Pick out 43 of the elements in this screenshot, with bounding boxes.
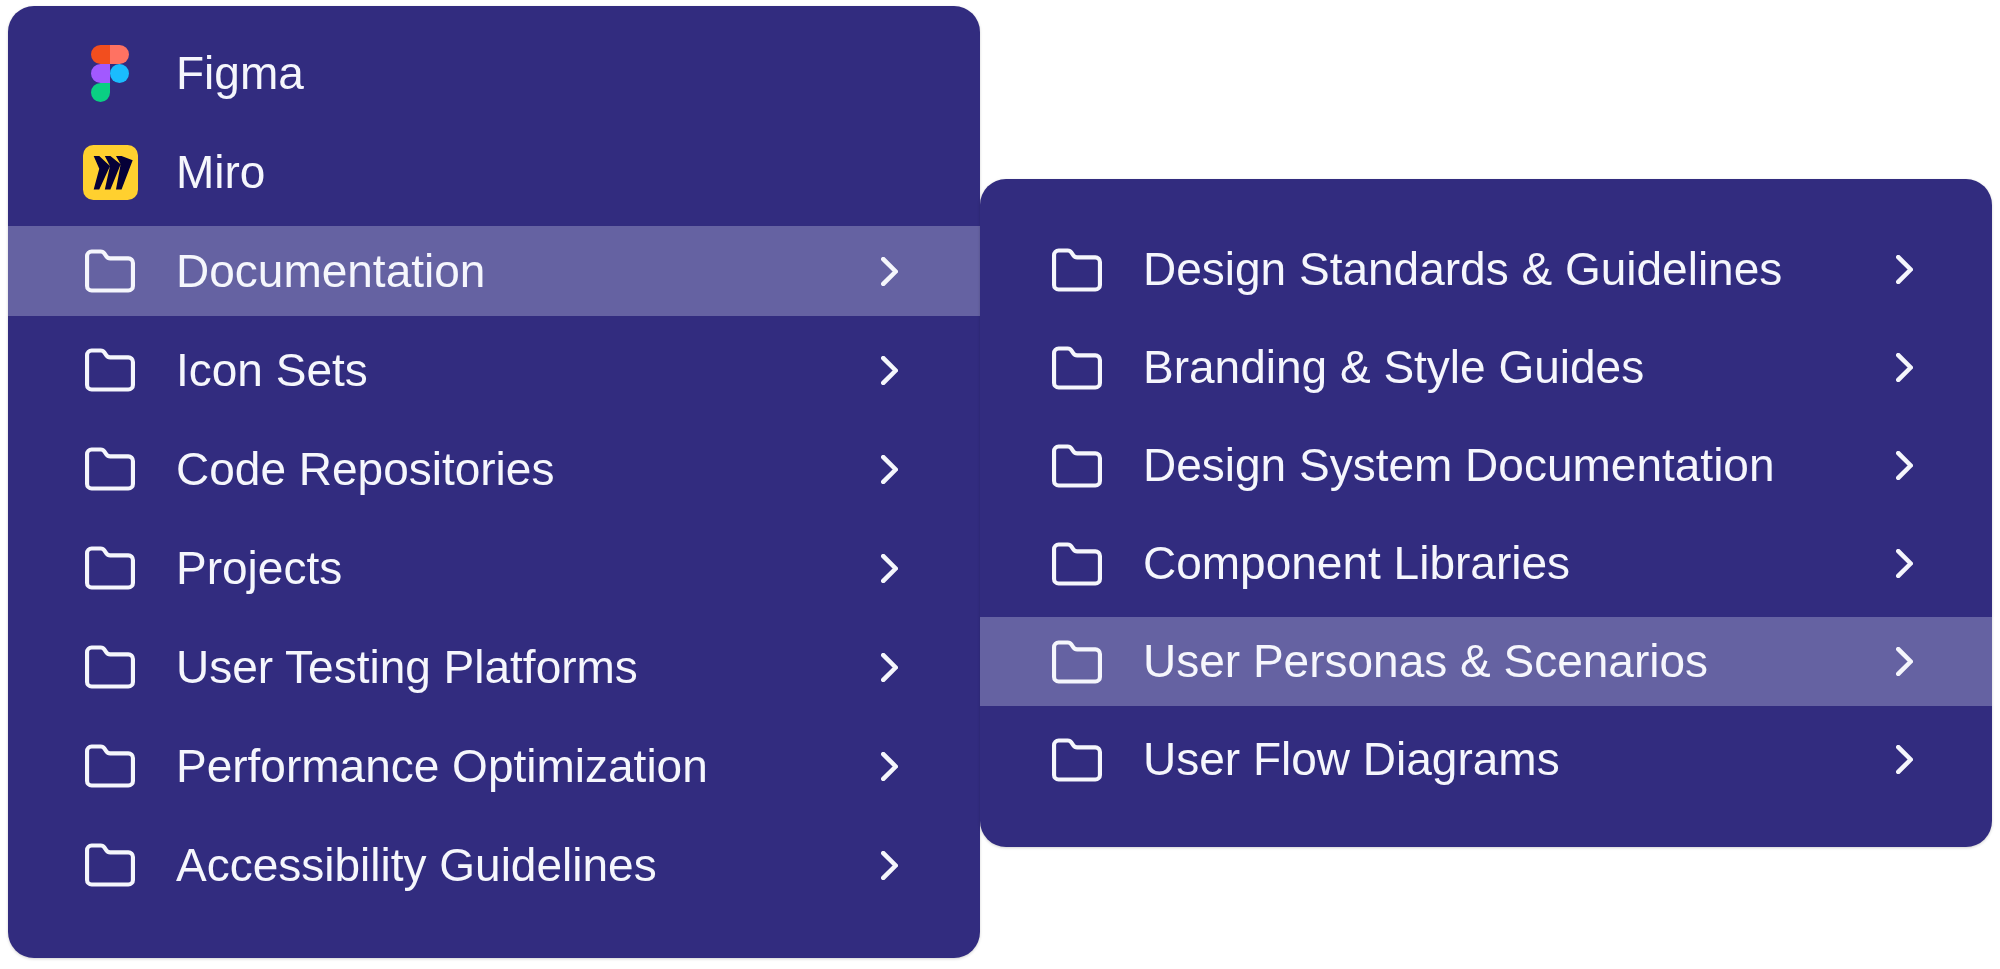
folder-icon [85, 744, 135, 788]
menu-item[interactable]: Code Repositories [8, 424, 980, 514]
folder-icon [85, 843, 135, 887]
chevron-right-icon [881, 850, 898, 880]
chevron-right-icon [881, 652, 898, 682]
menu-item[interactable]: Component Libraries [980, 519, 1992, 608]
folder-icon [85, 249, 135, 293]
menu-item[interactable]: Performance Optimization [8, 721, 980, 811]
folder-icon [1052, 247, 1102, 292]
folder-icon [1052, 639, 1102, 684]
folder-icon [85, 645, 135, 689]
menu-item[interactable]: Miro [8, 127, 980, 217]
chevron-right-icon [881, 454, 898, 484]
menu-item[interactable]: User Testing Platforms [8, 622, 980, 712]
menu-item[interactable]: Branding & Style Guides [980, 323, 1992, 412]
folder-icon [1052, 345, 1102, 390]
folder-icon [1052, 737, 1102, 782]
chevron-right-icon [881, 355, 898, 385]
chevron-right-icon [1896, 255, 1913, 284]
chevron-right-icon [1896, 451, 1913, 480]
menu-item[interactable]: Accessibility Guidelines [8, 820, 980, 910]
folder-icon [85, 348, 135, 392]
chevron-right-icon [881, 553, 898, 583]
menu-item[interactable]: Design System Documentation [980, 421, 1992, 510]
folder-icon [1052, 443, 1102, 488]
chevron-right-icon [1896, 647, 1913, 676]
chevron-right-icon [881, 751, 898, 781]
folder-icon [1052, 541, 1102, 586]
chevron-right-icon [1896, 549, 1913, 578]
chevron-right-icon [1896, 353, 1913, 382]
folder-icon [85, 546, 135, 590]
menu-item[interactable]: User Personas & Scenarios [980, 617, 1992, 706]
menu-item[interactable]: Figma [8, 28, 980, 118]
chevron-right-icon [1896, 745, 1913, 774]
folder-icon [85, 447, 135, 491]
menu-item[interactable]: User Flow Diagrams [980, 715, 1992, 804]
figma-logo-icon [91, 44, 129, 102]
menu-item[interactable]: Design Standards & Guidelines [980, 225, 1992, 314]
menu-item[interactable]: Icon Sets [8, 325, 980, 415]
chevron-right-icon [881, 256, 898, 286]
miro-logo-icon [82, 144, 138, 200]
menu-item[interactable]: Projects [8, 523, 980, 613]
menu-item[interactable]: Documentation [8, 226, 980, 316]
